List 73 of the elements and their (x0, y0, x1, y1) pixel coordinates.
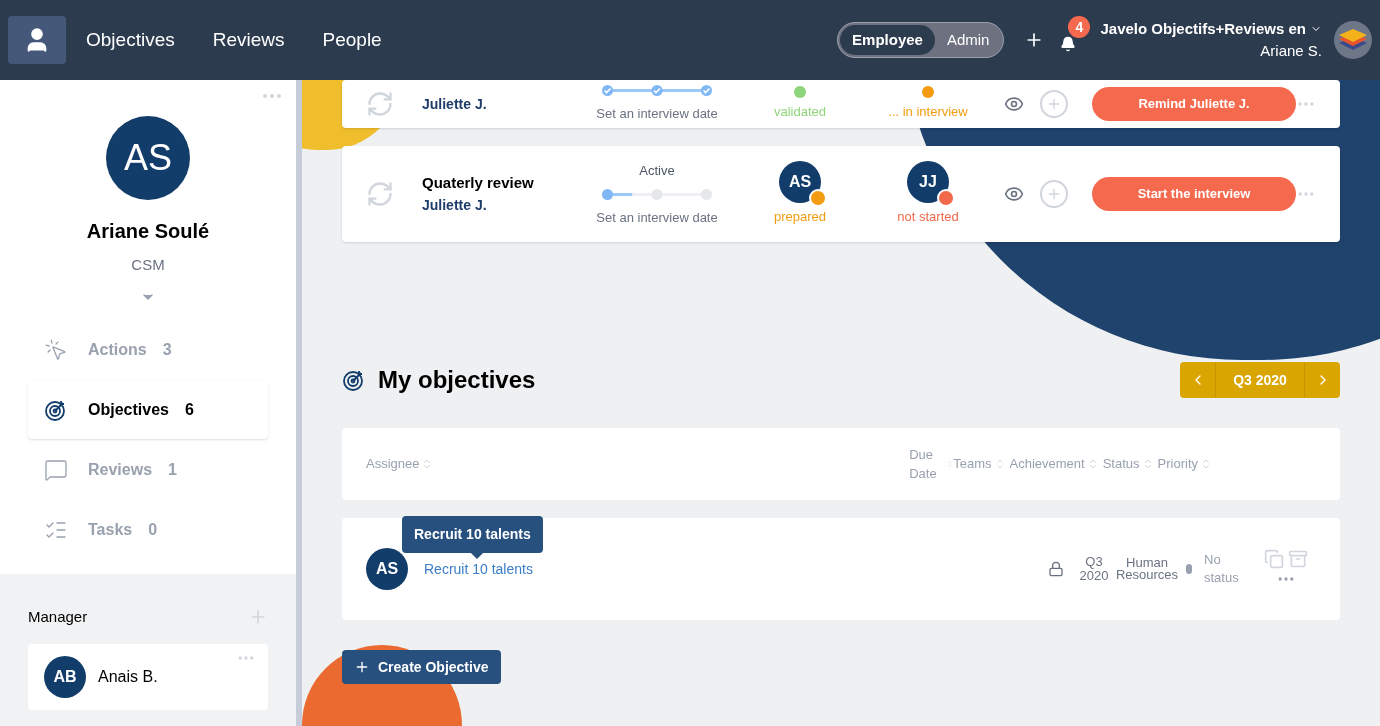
lock-icon (1048, 561, 1064, 577)
column-header[interactable]: Status (1102, 454, 1140, 474)
manager-label: Manager (28, 606, 88, 627)
status-text: No status (1204, 551, 1240, 587)
add-button[interactable] (1040, 90, 1068, 118)
menu-item[interactable]: Actions 3 (28, 320, 268, 379)
participant-status: prepared (773, 208, 826, 227)
nav-link[interactable]: Objectives (86, 25, 175, 55)
participant-status: validated (773, 103, 826, 122)
add-button[interactable] (1040, 180, 1068, 208)
menu-item[interactable]: Reviews 1 (28, 440, 268, 499)
avatar: AS (779, 161, 821, 204)
profile-role: CSM (131, 255, 165, 275)
profile-name: Ariane Soulé (86, 219, 210, 244)
avatar: AB (44, 656, 86, 698)
step-dot (651, 188, 663, 200)
avatar: JJ (907, 161, 949, 204)
archive-icon[interactable] (1288, 549, 1308, 569)
plus-icon (1046, 186, 1062, 202)
nav-link[interactable]: Reviews (212, 25, 285, 55)
team-name: Human Resources (1114, 557, 1180, 581)
checked-step-dot (701, 84, 712, 96)
menu-item[interactable]: Objectives 6 (28, 380, 268, 439)
role-tab[interactable]: Admin (934, 25, 1002, 55)
user-button[interactable] (8, 16, 66, 64)
plus-icon (1046, 96, 1062, 112)
menu-icon (44, 337, 68, 362)
layers-logo[interactable] (1334, 21, 1372, 59)
review-title: Quaterly review (422, 173, 535, 194)
checked-step-dot (651, 84, 663, 96)
notification-badge: 4 (1068, 16, 1091, 38)
person-name: Juliette J. (422, 94, 488, 114)
plus-icon (354, 659, 370, 675)
menu-item[interactable]: Tasks 0 (28, 500, 268, 559)
nav-link[interactable]: People (322, 25, 382, 55)
cycle-icon (366, 90, 394, 118)
objective-link[interactable]: Recruit 10 talents (424, 561, 533, 577)
sort-icon[interactable] (1200, 458, 1212, 470)
column-header[interactable]: Due Date (909, 444, 944, 484)
column-header[interactable]: Assignee (366, 454, 420, 474)
section-title: My objectives (378, 365, 536, 395)
avatar: AS (366, 548, 408, 590)
step-text: Set an interview date (596, 208, 718, 227)
participant-status: not started (897, 208, 959, 227)
column-header[interactable]: Teams (953, 454, 992, 474)
role-tab[interactable]: Employee (840, 25, 935, 55)
checked-step-dot (602, 84, 613, 96)
column-header[interactable]: Achievement (1009, 454, 1085, 474)
step-dot (701, 188, 712, 200)
period-label: Q3 2020 (1232, 370, 1288, 390)
organization-name[interactable]: Javelo Objectifs+Reviews en (1100, 17, 1306, 40)
cycle-icon (366, 180, 394, 208)
view-icon[interactable] (1004, 184, 1024, 204)
due-date: Q3 2020 (1078, 555, 1110, 583)
profile-avatar: AS (106, 116, 190, 200)
participant-status: ... in interview (888, 103, 968, 122)
copy-icon[interactable] (1264, 549, 1284, 569)
step-text: Set an interview date (596, 104, 718, 123)
notification-icon[interactable] (1060, 36, 1077, 52)
sort-icon[interactable] (945, 458, 954, 470)
progress-label: Active (639, 162, 675, 180)
menu-icon (44, 457, 68, 482)
manager-name: Anais B. (98, 667, 158, 687)
action-button[interactable]: Start the interview (1092, 177, 1296, 211)
target-icon (342, 368, 366, 392)
user-name: Ariane S. (1260, 41, 1322, 61)
view-icon[interactable] (1004, 94, 1024, 114)
action-button[interactable]: Remind Juliette J. (1092, 87, 1296, 121)
person-name: Juliette J. (422, 195, 488, 215)
create-objective-button[interactable]: Create Objective (342, 650, 501, 684)
tooltip: Recruit 10 talents (402, 516, 543, 553)
column-header[interactable]: Priority (1157, 454, 1198, 474)
step-dot (602, 188, 613, 200)
